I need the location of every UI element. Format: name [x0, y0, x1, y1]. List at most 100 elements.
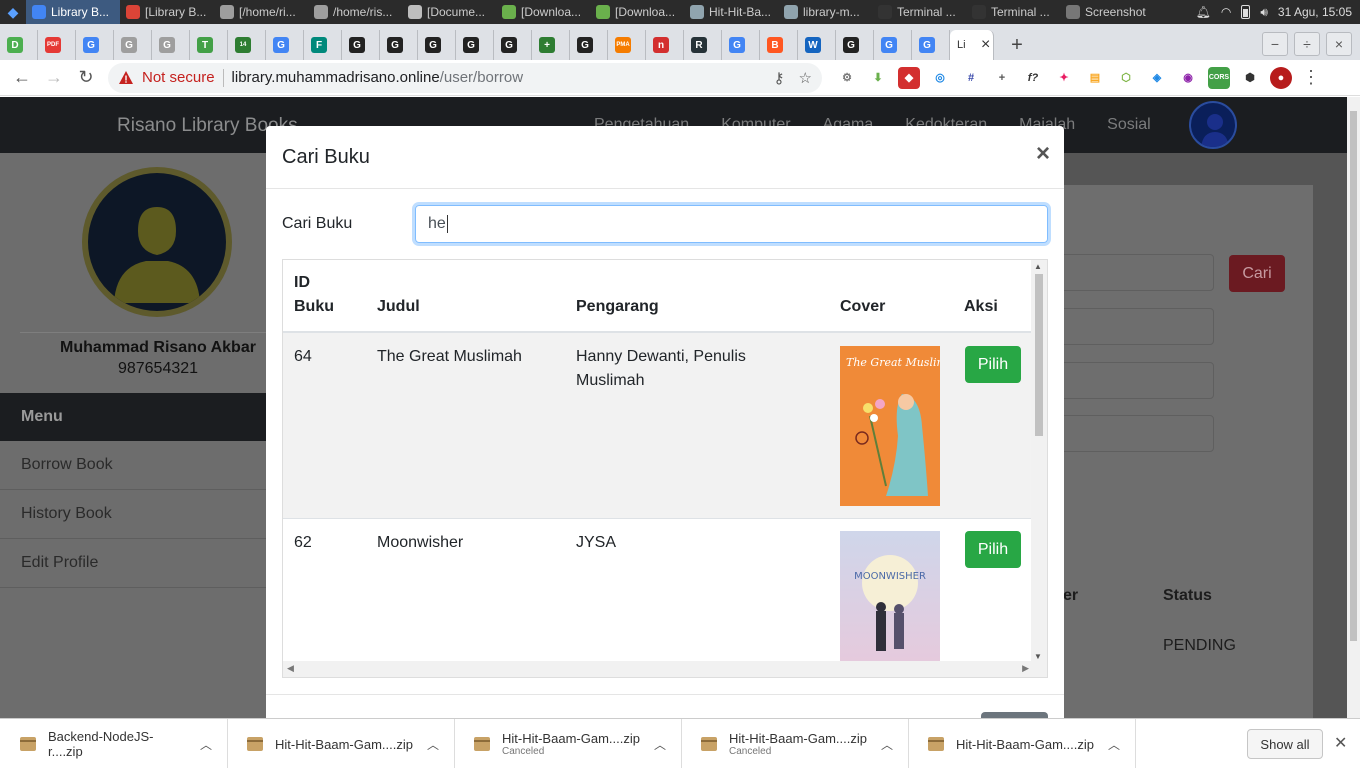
borrow-field-4[interactable] [1063, 415, 1214, 452]
table-horizontal-scrollbar[interactable]: ◀ ▶ [283, 661, 1047, 677]
profile-avatar-icon[interactable]: ● [1270, 66, 1292, 89]
red-extension-icon[interactable]: ◆ [898, 66, 920, 89]
maximize-button[interactable]: ÷ [1294, 32, 1320, 56]
browser-tab-4[interactable]: G [152, 30, 190, 60]
browser-tab-12[interactable]: G [456, 30, 494, 60]
menu-item-edit-profile[interactable]: Edit Profile [0, 539, 266, 588]
browser-tab-24[interactable]: G [912, 30, 950, 60]
taskbar-window-4[interactable]: [Docume... [402, 0, 496, 24]
scroll-left-arrow-icon[interactable]: ◀ [287, 663, 294, 674]
browser-tab-15[interactable]: G [570, 30, 608, 60]
browser-tab-20[interactable]: B [760, 30, 798, 60]
taskbar-window-0[interactable]: Library B... [26, 0, 120, 24]
taskbar-window-8[interactable]: library-m... [778, 0, 872, 24]
borrow-search-input[interactable] [1063, 254, 1214, 291]
new-tab-button[interactable]: + [1002, 30, 1032, 60]
start-menu-icon[interactable]: ◆ [0, 0, 26, 24]
taskbar-window-10[interactable]: Terminal ... [966, 0, 1060, 24]
browser-tab-3[interactable]: G [114, 30, 152, 60]
browser-tab-11[interactable]: G [418, 30, 456, 60]
page-scrollbar[interactable] [1347, 97, 1360, 718]
scroll-down-arrow-icon[interactable]: ▼ [1034, 652, 1042, 661]
pilih-button[interactable]: Pilih [965, 531, 1021, 568]
browser-tab-21[interactable]: W [798, 30, 836, 60]
download-item[interactable]: Backend-NodeJS-r....zip ︿ [0, 719, 228, 768]
search-book-input[interactable]: he [415, 205, 1048, 243]
browser-tab-6[interactable]: 14 [228, 30, 266, 60]
clock[interactable]: 31 Agu, 15:05 [1278, 5, 1352, 19]
close-window-button[interactable]: × [1326, 32, 1352, 56]
grid-extension-icon[interactable]: # [960, 67, 982, 89]
browser-tab-19[interactable]: G [722, 30, 760, 60]
pilih-button[interactable]: Pilih [965, 346, 1021, 383]
taskbar-window-1[interactable]: [Library B... [120, 0, 214, 24]
battery-icon[interactable] [1241, 5, 1251, 19]
chevron-up-icon[interactable]: ︿ [654, 736, 666, 753]
cors-extension-icon[interactable]: CORS [1208, 66, 1230, 89]
browser-tab-1[interactable]: PDF [38, 30, 76, 60]
browser-tab-2[interactable]: G [76, 30, 114, 60]
browser-tab-14[interactable]: + [532, 30, 570, 60]
volume-icon[interactable]: 🔊︎ [1260, 5, 1268, 20]
browser-tab-0[interactable]: D [0, 30, 38, 60]
browser-tab-13[interactable]: G [494, 30, 532, 60]
nav-link-sosial[interactable]: Sosial [1107, 116, 1151, 134]
menu-item-history-book[interactable]: History Book [0, 490, 266, 539]
cube-extension-icon[interactable]: ◈ [1146, 67, 1168, 89]
node-extension-icon[interactable]: ⬡ [1115, 67, 1137, 89]
cari-button[interactable]: Cari [1229, 255, 1285, 292]
minimize-button[interactable]: − [1262, 32, 1288, 56]
browser-tab-18[interactable]: R [684, 30, 722, 60]
close-downloads-icon[interactable]: ✕ [1334, 733, 1347, 753]
browser-tab-9[interactable]: G [342, 30, 380, 60]
browser-tab-5[interactable]: T [190, 30, 228, 60]
font-extension-icon[interactable]: f? [1022, 67, 1044, 89]
browser-tab-7[interactable]: G [266, 30, 304, 60]
browser-tab-16[interactable]: PMA [608, 30, 646, 60]
show-all-downloads-button[interactable]: Show all [1247, 729, 1323, 759]
reload-button[interactable]: ↻ [70, 62, 102, 94]
address-bar[interactable]: Not secure library.muhammadrisano.online… [108, 62, 822, 93]
modal-close-button[interactable]: × [1036, 140, 1050, 168]
browser-tab-17[interactable]: n [646, 30, 684, 60]
taskbar-window-7[interactable]: Hit-Hit-Ba... [684, 0, 778, 24]
user-avatar[interactable] [1189, 101, 1237, 149]
borrow-field-3[interactable] [1063, 362, 1214, 399]
download-extension-icon[interactable]: ⬇ [867, 67, 889, 89]
taskbar-window-6[interactable]: [Downloa... [590, 0, 684, 24]
browser-tab-22[interactable]: G [836, 30, 874, 60]
taskbar-window-9[interactable]: Terminal ... [872, 0, 966, 24]
chevron-up-icon[interactable]: ︿ [427, 736, 439, 753]
taskbar-window-5[interactable]: [Downloa... [496, 0, 590, 24]
picker-extension-icon[interactable]: ◉ [1177, 67, 1199, 89]
browser-tab-8[interactable]: F [304, 30, 342, 60]
forward-button[interactable]: → [38, 62, 70, 94]
scroll-up-arrow-icon[interactable]: ▲ [1034, 262, 1042, 271]
back-button[interactable]: ← [6, 62, 38, 94]
download-item[interactable]: Hit-Hit-Baam-Gam....zip Canceled ︿ [681, 719, 909, 768]
notification-bell-icon[interactable]: 🔔︎ [1196, 5, 1211, 19]
browser-tab-10[interactable]: G [380, 30, 418, 60]
color-extension-icon[interactable]: ✦ [1053, 67, 1075, 89]
box-extension-icon[interactable]: ⬢ [1239, 67, 1261, 89]
table-scroll-thumb[interactable] [1035, 274, 1043, 436]
react-extension-icon[interactable]: ◎ [929, 67, 951, 89]
taskbar-window-2[interactable]: [/home/ri... [214, 0, 308, 24]
chevron-up-icon[interactable]: ︿ [200, 736, 212, 753]
chevron-up-icon[interactable]: ︿ [881, 736, 893, 753]
page-scrollbar-thumb[interactable] [1350, 111, 1357, 641]
wifi-icon[interactable]: ◠ [1221, 5, 1231, 19]
chevron-up-icon[interactable]: ︿ [1108, 736, 1120, 753]
menu-item-borrow-book[interactable]: Borrow Book [0, 441, 266, 490]
tab-library-active[interactable]: Li × [950, 30, 994, 60]
taskbar-window-3[interactable]: /home/ris... [308, 0, 402, 24]
settings-extension-icon[interactable]: ⚙ [836, 67, 858, 89]
download-item[interactable]: Hit-Hit-Baam-Gam....zip Canceled ︿ [454, 719, 682, 768]
taskbar-window-11[interactable]: Screenshot [1060, 0, 1154, 24]
download-item[interactable]: Hit-Hit-Baam-Gam....zip ︿ [908, 719, 1136, 768]
bookmark-star-icon[interactable]: ☆ [799, 69, 812, 87]
key-icon[interactable]: ⚷ [774, 69, 785, 87]
note-extension-icon[interactable]: ▤ [1084, 67, 1106, 89]
browser-menu-icon[interactable]: ⋮ [1302, 67, 1320, 88]
scroll-right-arrow-icon[interactable]: ▶ [1022, 663, 1029, 674]
